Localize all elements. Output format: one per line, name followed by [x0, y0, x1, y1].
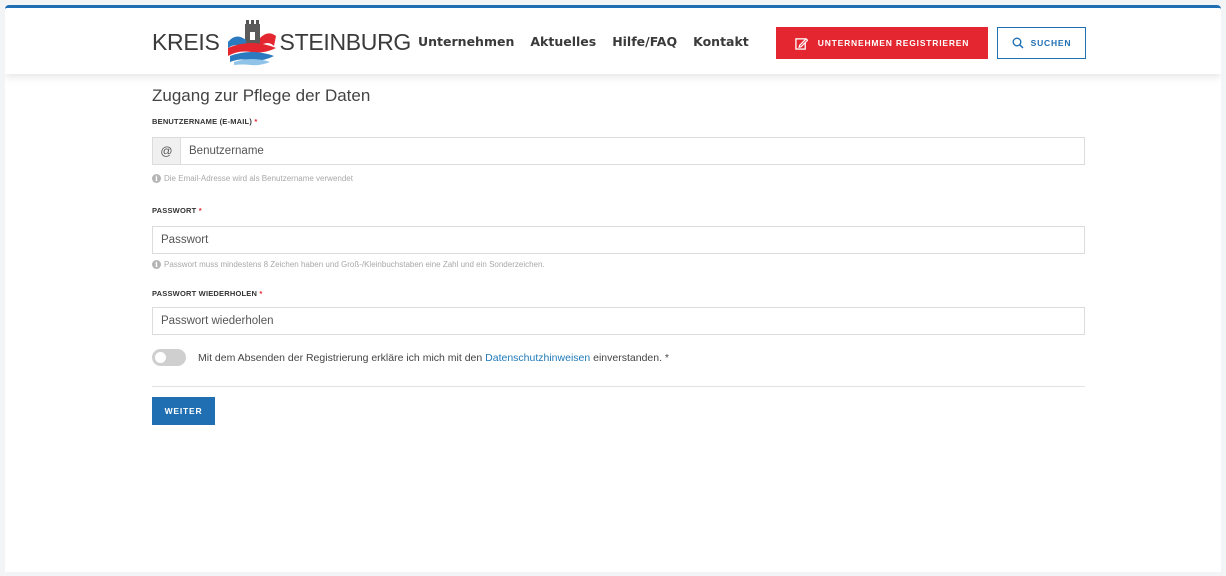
site-logo[interactable]: KREIS STEINBURG [152, 17, 411, 67]
next-button[interactable]: WEITER [152, 397, 215, 425]
password-repeat-input[interactable] [153, 308, 1084, 334]
username-label: BENUTZERNAME (E-MAIL) * [152, 117, 1085, 126]
info-icon: i [152, 260, 161, 269]
nav-item-kontakt[interactable]: Kontakt [693, 34, 749, 49]
password-repeat-input-group [152, 307, 1085, 335]
consent-text: Mit dem Absenden der Registrierung erklä… [198, 352, 669, 364]
consent-text-before: Mit dem Absenden der Registrierung erklä… [198, 351, 486, 364]
logo-word-left: KREIS [152, 28, 220, 55]
divider [152, 386, 1085, 387]
password-label-text: PASSWORT [152, 206, 197, 215]
required-mark: * [254, 117, 258, 126]
search-label: SUCHEN [1030, 38, 1072, 48]
search-button[interactable]: SUCHEN [997, 27, 1086, 59]
logo-word-right: STEINBURG [279, 28, 412, 55]
privacy-notice-link[interactable]: Datenschutzhinweisen [485, 352, 590, 364]
at-sign-addon: @ [153, 138, 181, 164]
site-header: KREIS STEINBURG Unternehmen Aktuelles Hi… [5, 8, 1221, 74]
username-input[interactable] [181, 138, 1084, 164]
nav-item-hilfe-faq[interactable]: Hilfe/FAQ [612, 34, 677, 49]
username-hint-text: Die Email-Adresse wird als Benutzername … [164, 174, 353, 183]
edit-icon [795, 37, 808, 50]
username-hint: i Die Email-Adresse wird als Benutzernam… [152, 174, 1085, 183]
main-nav: Unternehmen Aktuelles Hilfe/FAQ Kontakt [418, 34, 749, 49]
nav-item-unternehmen[interactable]: Unternehmen [418, 34, 514, 49]
password-hint-text: Passwort muss mindestens 8 Zeichen haben… [164, 260, 545, 269]
login-form: Zugang zur Pflege der Daten BENUTZERNAME… [152, 86, 1085, 425]
search-icon [1012, 37, 1024, 49]
password-repeat-label-text: PASSWORT WIEDERHOLEN [152, 289, 258, 298]
required-mark: * [198, 206, 202, 215]
info-icon: i [152, 174, 161, 183]
page-title: Zugang zur Pflege der Daten [152, 86, 371, 105]
castle-wave-icon [227, 20, 276, 66]
privacy-consent: Mit dem Absenden der Registrierung erklä… [152, 349, 1085, 366]
password-repeat-label: PASSWORT WIEDERHOLEN * [152, 289, 1085, 298]
password-input-group [152, 226, 1085, 254]
register-company-label: UNTERNEHMEN REGISTRIEREN [817, 38, 970, 48]
consent-text-after: einverstanden. * [590, 351, 670, 364]
nav-item-aktuelles[interactable]: Aktuelles [530, 34, 596, 49]
privacy-consent-toggle[interactable] [152, 349, 186, 366]
password-label: PASSWORT * [152, 206, 1085, 215]
username-input-group: @ [152, 137, 1085, 165]
password-input[interactable] [153, 227, 1084, 253]
page-frame: KREIS STEINBURG Unternehmen Aktuelles Hi… [5, 5, 1221, 572]
toggle-knob [155, 352, 166, 363]
username-label-text: BENUTZERNAME (E-MAIL) [152, 117, 253, 126]
register-company-button[interactable]: UNTERNEHMEN REGISTRIEREN [776, 27, 988, 59]
required-mark: * [259, 289, 263, 298]
password-hint: i Passwort muss mindestens 8 Zeichen hab… [152, 260, 1085, 269]
